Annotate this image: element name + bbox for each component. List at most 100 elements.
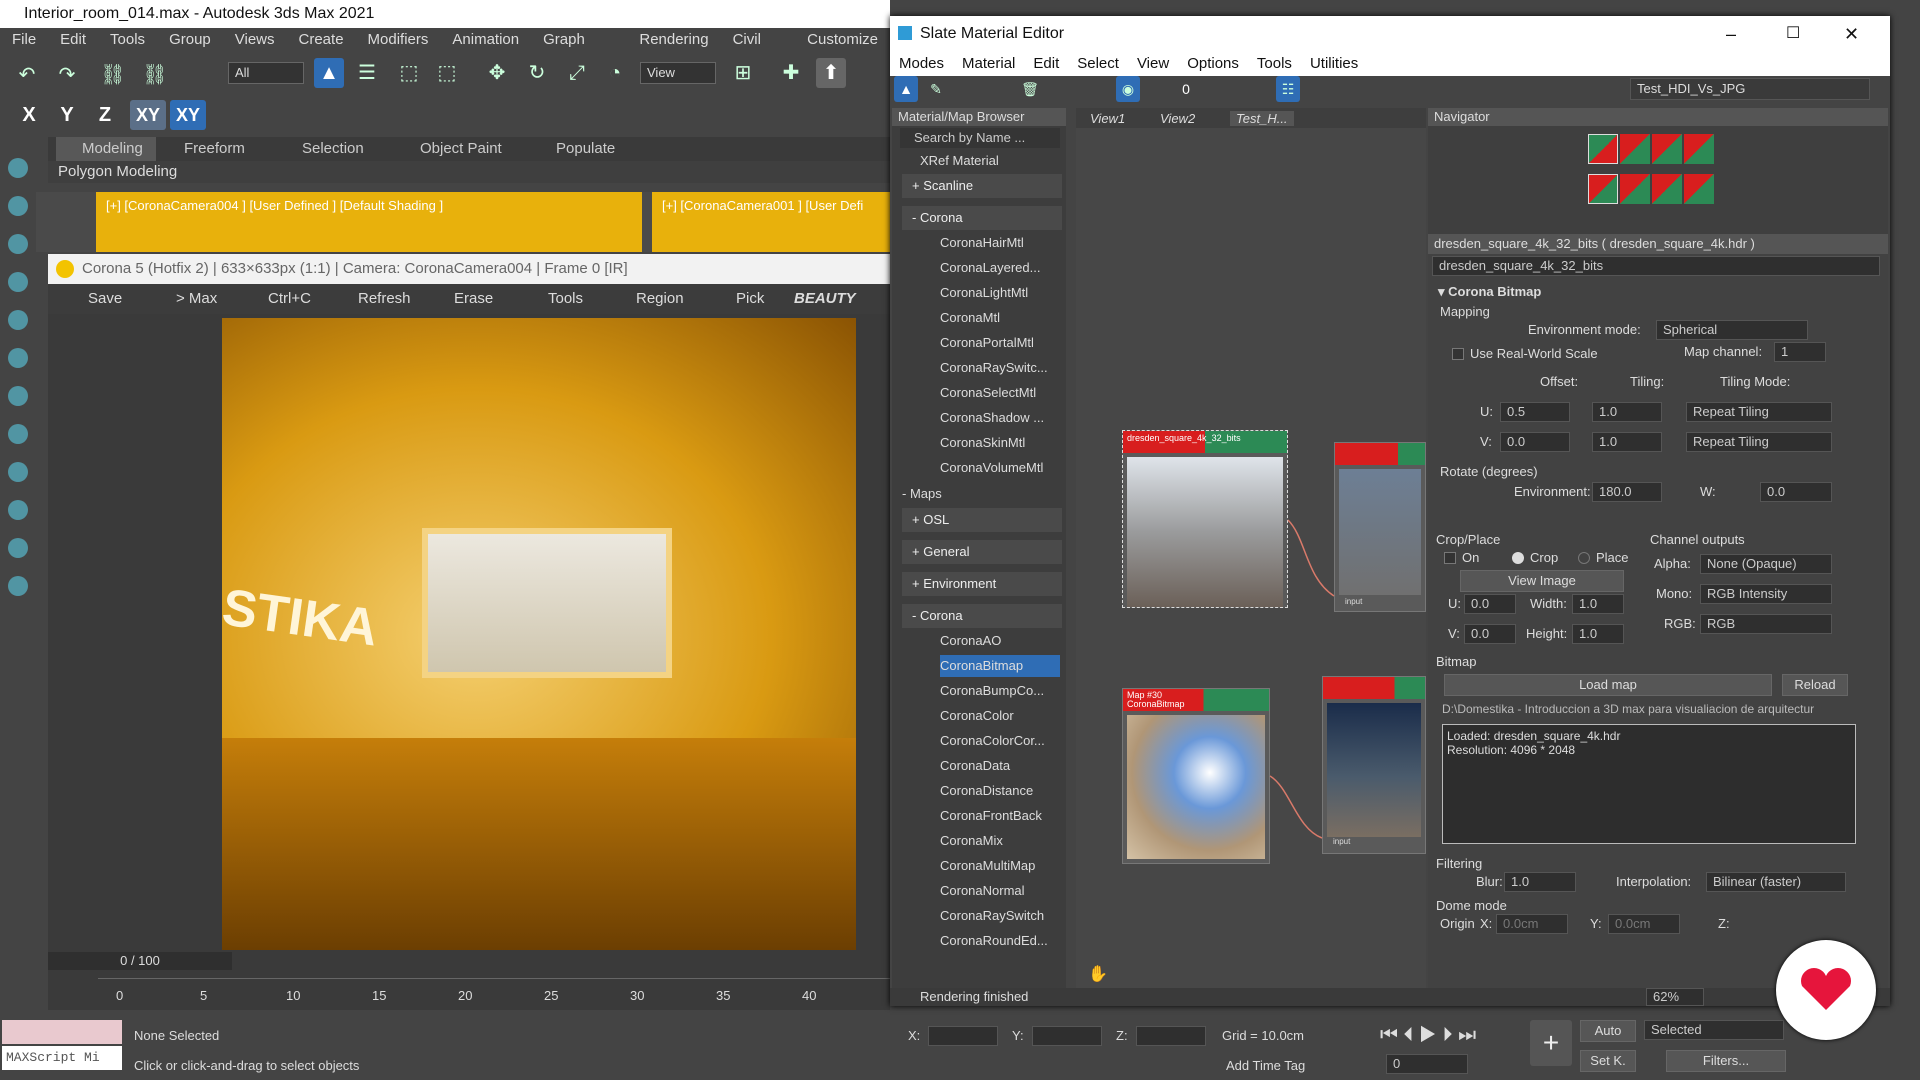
menu-animation[interactable]: Animation xyxy=(440,28,531,52)
vfb-erase[interactable]: Erase xyxy=(454,290,493,307)
sme-menu-select[interactable]: Select xyxy=(1068,52,1128,76)
utilities-icon[interactable] xyxy=(8,348,28,368)
set-key-icon[interactable]: + xyxy=(1530,1020,1572,1066)
scene-explorer-icon[interactable] xyxy=(8,386,28,406)
track-bar[interactable] xyxy=(98,978,890,1002)
list-item[interactable]: CoronaVolumeMtl xyxy=(940,457,1080,479)
selection-filter[interactable]: All xyxy=(228,62,304,84)
create-icon[interactable] xyxy=(8,158,28,178)
light-icon[interactable] xyxy=(8,576,28,596)
link-icon[interactable]: ⛓ xyxy=(98,60,128,90)
placement-icon[interactable]: ◔ xyxy=(600,58,630,88)
load-map-button[interactable]: Load map xyxy=(1444,674,1772,696)
rollout-corona-bitmap[interactable]: ▾ Corona Bitmap xyxy=(1438,284,1541,300)
coord-z-field[interactable] xyxy=(1136,1026,1206,1046)
v-tiling-mode[interactable]: Repeat Tiling xyxy=(1686,432,1832,452)
list-item[interactable]: CoronaFrontBack xyxy=(940,805,1080,827)
key-filters-button[interactable]: Filters... xyxy=(1666,1050,1786,1072)
list-item[interactable]: CoronaDistance xyxy=(940,780,1080,802)
sme-menu-view[interactable]: View xyxy=(1128,52,1178,76)
list-item[interactable]: CoronaRoundEd... xyxy=(940,930,1080,952)
list-item[interactable]: CoronaColorCor... xyxy=(940,730,1080,752)
time-slider[interactable]: 0 / 100 xyxy=(48,952,232,970)
group-general[interactable]: + General xyxy=(902,540,1062,564)
alpha-dropdown[interactable]: None (Opaque) xyxy=(1700,554,1832,574)
playback-controls-icon[interactable]: ⏮ ⏴ ▶ ⏵ ⏭ xyxy=(1380,1024,1476,1047)
list-item[interactable]: CoronaSelectMtl xyxy=(940,382,1080,404)
select-tool-icon[interactable]: ▲ xyxy=(894,76,918,102)
coord-x-field[interactable] xyxy=(928,1026,998,1046)
pick-material-icon[interactable]: ✎ xyxy=(924,76,948,102)
axis-y-button[interactable]: Y xyxy=(52,100,82,130)
env-mode-dropdown[interactable]: Spherical xyxy=(1656,320,1808,340)
sme-menu-edit[interactable]: Edit xyxy=(1024,52,1068,76)
layout-children-icon[interactable]: ☷ xyxy=(1276,76,1300,102)
unlink-icon[interactable]: ⛓ xyxy=(140,60,170,90)
nav-thumb[interactable] xyxy=(1652,134,1682,164)
list-item[interactable]: CoronaLayered... xyxy=(940,257,1080,279)
auto-key-button[interactable]: Auto xyxy=(1580,1020,1636,1042)
list-item[interactable]: CoronaRaySwitch xyxy=(940,905,1080,927)
nav-thumb[interactable] xyxy=(1620,174,1650,204)
sme-menu-options[interactable]: Options xyxy=(1178,52,1248,76)
u-tiling-mode[interactable]: Repeat Tiling xyxy=(1686,402,1832,422)
list-item[interactable]: CoronaSkinMtl xyxy=(940,432,1080,454)
axis-xy-alt-button[interactable]: XY xyxy=(170,100,206,130)
height-field[interactable]: 1.0 xyxy=(1572,624,1624,644)
camera-icon[interactable] xyxy=(8,538,28,558)
menu-edit[interactable]: Edit xyxy=(48,28,98,52)
sme-menu-tools[interactable]: Tools xyxy=(1248,52,1301,76)
vfb-pick[interactable]: Pick xyxy=(736,290,764,307)
axis-xy-button[interactable]: XY xyxy=(130,100,166,130)
redo-icon[interactable]: ↷ xyxy=(52,60,82,90)
tab-modeling[interactable]: Modeling xyxy=(82,140,143,157)
menu-tools[interactable]: Tools xyxy=(98,28,157,52)
list-item[interactable]: CoronaHairMtl xyxy=(940,232,1080,254)
window-crossing-icon[interactable]: ⬚ xyxy=(432,58,462,88)
width-field[interactable]: 1.0 xyxy=(1572,594,1624,614)
menu-graph-editors[interactable]: Graph Editors xyxy=(531,28,627,72)
interp-dropdown[interactable]: Bilinear (faster) xyxy=(1706,872,1846,892)
sme-menu-utilities[interactable]: Utilities xyxy=(1301,52,1367,76)
list-item[interactable]: CoronaShadow ... xyxy=(940,407,1080,429)
tab-freeform[interactable]: Freeform xyxy=(184,140,245,157)
origin-x-field[interactable]: 0.0cm xyxy=(1496,914,1568,934)
tab-populate[interactable]: Populate xyxy=(556,140,615,157)
current-frame-field[interactable]: 0 xyxy=(1386,1054,1468,1074)
sme-menu-material[interactable]: Material xyxy=(953,52,1024,76)
menu-customize[interactable]: Customize xyxy=(795,28,890,52)
menu-civil-view[interactable]: Civil View xyxy=(721,28,796,72)
close-icon[interactable]: ✕ xyxy=(1844,16,1859,52)
pan-hand-icon[interactable]: ✋ xyxy=(1088,964,1108,984)
maxscript-input[interactable]: MAXScript Mi xyxy=(2,1046,122,1070)
vfb-region[interactable]: Region xyxy=(636,290,684,307)
nav-thumb[interactable] xyxy=(1588,134,1618,164)
rotate-icon[interactable]: ↻ xyxy=(522,58,552,88)
list-item[interactable]: CoronaAO xyxy=(940,630,1080,652)
material-icon[interactable] xyxy=(8,500,28,520)
maxscript-listener[interactable] xyxy=(2,1020,122,1044)
rgb-dropdown[interactable]: RGB xyxy=(1700,614,1832,634)
set-key-button[interactable]: Set K. xyxy=(1580,1050,1636,1072)
map-name-field[interactable]: dresden_square_4k_32_bits xyxy=(1432,256,1880,276)
group-corona-materials[interactable]: - Corona xyxy=(902,206,1062,230)
move-icon[interactable]: ✥ xyxy=(482,58,512,88)
scale-icon[interactable]: ⤢ xyxy=(562,58,592,88)
add-time-tag[interactable]: Add Time Tag xyxy=(1226,1058,1305,1073)
list-item[interactable]: CoronaMtl xyxy=(940,307,1080,329)
u-tiling-field[interactable]: 1.0 xyxy=(1592,402,1662,422)
keyboard-shortcut-icon[interactable]: ⬆ xyxy=(816,58,846,88)
layer-icon[interactable] xyxy=(8,424,28,444)
maximize-icon[interactable]: ☐ xyxy=(1786,16,1800,52)
menu-views[interactable]: Views xyxy=(223,28,287,52)
coord-y-field[interactable] xyxy=(1032,1026,1102,1046)
nav-thumb[interactable] xyxy=(1684,174,1714,204)
axis-x-button[interactable]: X xyxy=(14,100,44,130)
select-object-icon[interactable]: ▲ xyxy=(314,58,344,88)
vfb-to-max[interactable]: > Max xyxy=(176,290,217,307)
axis-z-button[interactable]: Z xyxy=(90,100,120,130)
nav-thumb[interactable] xyxy=(1652,174,1682,204)
crop-on-checkbox[interactable] xyxy=(1444,552,1456,564)
rect-region-icon[interactable]: ⬚ xyxy=(394,58,424,88)
menu-modifiers[interactable]: Modifiers xyxy=(356,28,441,52)
